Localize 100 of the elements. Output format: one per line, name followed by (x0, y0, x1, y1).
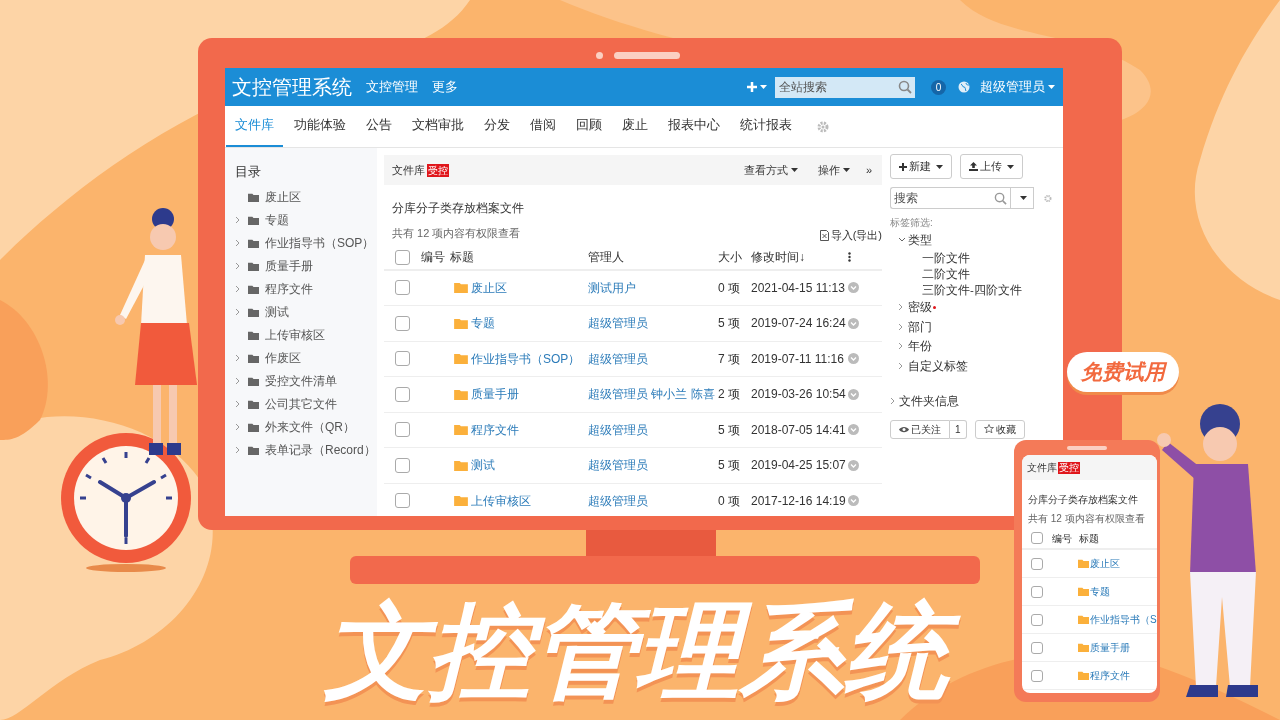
checkbox[interactable] (1031, 669, 1043, 682)
tab[interactable]: 报表中心 (659, 106, 729, 147)
tag-group[interactable]: 自定义标签 (908, 356, 968, 375)
nav-link[interactable]: 更多 (432, 77, 458, 97)
search-dropdown-button[interactable] (1011, 187, 1035, 209)
manager-link[interactable]: 测试用户 (588, 278, 636, 297)
tab[interactable]: 统计报表 (731, 106, 801, 147)
checkbox[interactable] (395, 280, 410, 296)
expand-button[interactable]: » (865, 161, 872, 179)
checkbox[interactable] (1031, 557, 1043, 570)
dropdown-icon[interactable] (848, 282, 859, 294)
folder-link[interactable]: 程序文件 (1090, 668, 1130, 683)
column-header[interactable]: 编号 (416, 248, 450, 266)
checkbox[interactable] (395, 422, 410, 438)
export-link[interactable]: 导入(导出) (819, 227, 882, 244)
item-count: 共有 12 项内容有权限查看 (392, 226, 521, 241)
checkbox[interactable] (395, 315, 410, 331)
sidebar-item[interactable]: 程序文件 (265, 280, 313, 298)
checkbox[interactable] (1031, 585, 1043, 598)
tag-item[interactable]: 一阶文件 (890, 249, 1052, 266)
folder-link[interactable]: 专题 (1090, 584, 1110, 599)
column-header[interactable]: 标题 (1079, 530, 1106, 546)
globe-icon[interactable] (958, 81, 970, 93)
dropdown-icon[interactable] (848, 317, 859, 329)
upload-button[interactable]: 上传 (960, 154, 1023, 179)
manager-link[interactable]: 超级管理员 (588, 456, 648, 475)
sidebar-item[interactable]: 外来文件（QR） (265, 418, 355, 436)
folder-link[interactable]: 测试 (471, 456, 495, 475)
manager-link[interactable]: 超级管理员 (588, 314, 648, 333)
settings-icon[interactable] (817, 120, 829, 133)
sidebar-item[interactable]: 作废区 (265, 349, 301, 367)
follow-button[interactable]: 已关注 (890, 419, 950, 439)
settings-icon[interactable] (1044, 193, 1052, 203)
checkbox[interactable] (1031, 641, 1043, 654)
folder-link[interactable]: 程序文件 (471, 420, 519, 439)
tab[interactable]: 废止 (613, 106, 657, 147)
sidebar-item[interactable]: 专题 (265, 211, 289, 229)
breadcrumb[interactable]: 文件库 (392, 161, 425, 179)
folder-link[interactable]: 质量手册 (1090, 640, 1130, 655)
folder-link[interactable]: 作业指导书（SOP） (471, 349, 581, 368)
sidebar-item[interactable]: 受控文件清单 (265, 372, 337, 390)
tab[interactable]: 分发 (475, 106, 519, 147)
column-header[interactable]: 编号 (1052, 530, 1079, 546)
dropdown-icon[interactable] (848, 495, 859, 507)
checkbox[interactable] (395, 249, 410, 265)
manager-link[interactable]: 超级管理员 钟小兰 陈喜 (588, 385, 715, 404)
tab[interactable]: 回顾 (567, 106, 611, 147)
nav-link[interactable]: 文控管理 (366, 77, 418, 97)
tab[interactable]: 借阅 (521, 106, 565, 147)
sidebar-item[interactable]: 测试 (265, 303, 289, 321)
search-button[interactable] (895, 76, 915, 98)
sidebar-item[interactable]: 作业指导书（SOP） (265, 234, 375, 252)
checkbox[interactable] (395, 457, 410, 473)
folder-link[interactable]: 上传审核区 (471, 491, 531, 510)
user-menu[interactable]: 超级管理员 (980, 77, 1055, 97)
folder-link[interactable]: 废止区 (471, 278, 507, 297)
tag-group[interactable]: 部门 (908, 317, 932, 336)
checkbox[interactable] (395, 493, 410, 509)
column-header[interactable]: 修改时间↓ (751, 248, 848, 266)
checkbox[interactable] (395, 351, 410, 367)
checkbox[interactable] (1031, 532, 1043, 544)
tab[interactable]: 公告 (357, 106, 401, 147)
tag-group[interactable]: 年份 (908, 337, 932, 356)
tag-group[interactable]: 密级 (908, 298, 932, 317)
folder-link[interactable]: 质量手册 (471, 385, 519, 404)
checkbox[interactable] (1031, 613, 1043, 626)
sidebar-item[interactable]: 表单记录（Record） (265, 441, 376, 459)
sidebar-item[interactable]: 质量手册 (265, 257, 313, 275)
column-header[interactable]: 大小 (718, 248, 751, 266)
sidebar-item[interactable]: 公司其它文件 (265, 395, 337, 413)
column-header[interactable]: 管理人 (588, 248, 718, 266)
tab[interactable]: 文档审批 (403, 106, 473, 147)
more-vertical-icon[interactable] (848, 252, 851, 262)
new-button[interactable]: 新建 (890, 154, 952, 179)
breadcrumb[interactable]: 文件库 (1027, 460, 1057, 475)
dropdown-icon[interactable] (848, 388, 859, 400)
search-field[interactable]: 全站搜索 (775, 76, 895, 98)
dropdown-icon[interactable] (848, 353, 859, 365)
folder-link[interactable]: 专题 (471, 314, 495, 333)
manager-link[interactable]: 超级管理员 (588, 420, 648, 439)
actions-menu[interactable]: 操作 (817, 161, 850, 179)
view-menu[interactable]: 查看方式 (743, 161, 798, 179)
folder-info-toggle[interactable]: 文件夹信息 (899, 391, 959, 410)
tag-item[interactable]: 三阶文件-四阶文件 (890, 281, 1052, 298)
tag-group[interactable]: 类型 (908, 230, 932, 249)
column-header[interactable]: 标题 (450, 248, 588, 266)
sidebar-item[interactable]: 废止区 (265, 188, 301, 206)
folder-link[interactable]: 废止区 (1090, 556, 1120, 571)
tab[interactable]: 功能体验 (285, 106, 355, 147)
tag-item[interactable]: 二阶文件 (890, 265, 1052, 282)
notification-badge[interactable]: 0 (931, 79, 946, 95)
manager-link[interactable]: 超级管理员 (588, 491, 648, 510)
dropdown-icon[interactable] (848, 459, 859, 471)
add-button[interactable] (747, 82, 767, 92)
folder-link[interactable]: 作业指导书（S (1090, 612, 1157, 627)
dropdown-icon[interactable] (848, 424, 859, 436)
manager-link[interactable]: 超级管理员 (588, 349, 648, 368)
checkbox[interactable] (395, 386, 410, 402)
favorite-button[interactable]: 收藏 (974, 419, 1025, 439)
sidebar-item[interactable]: 上传审核区 (265, 326, 325, 344)
